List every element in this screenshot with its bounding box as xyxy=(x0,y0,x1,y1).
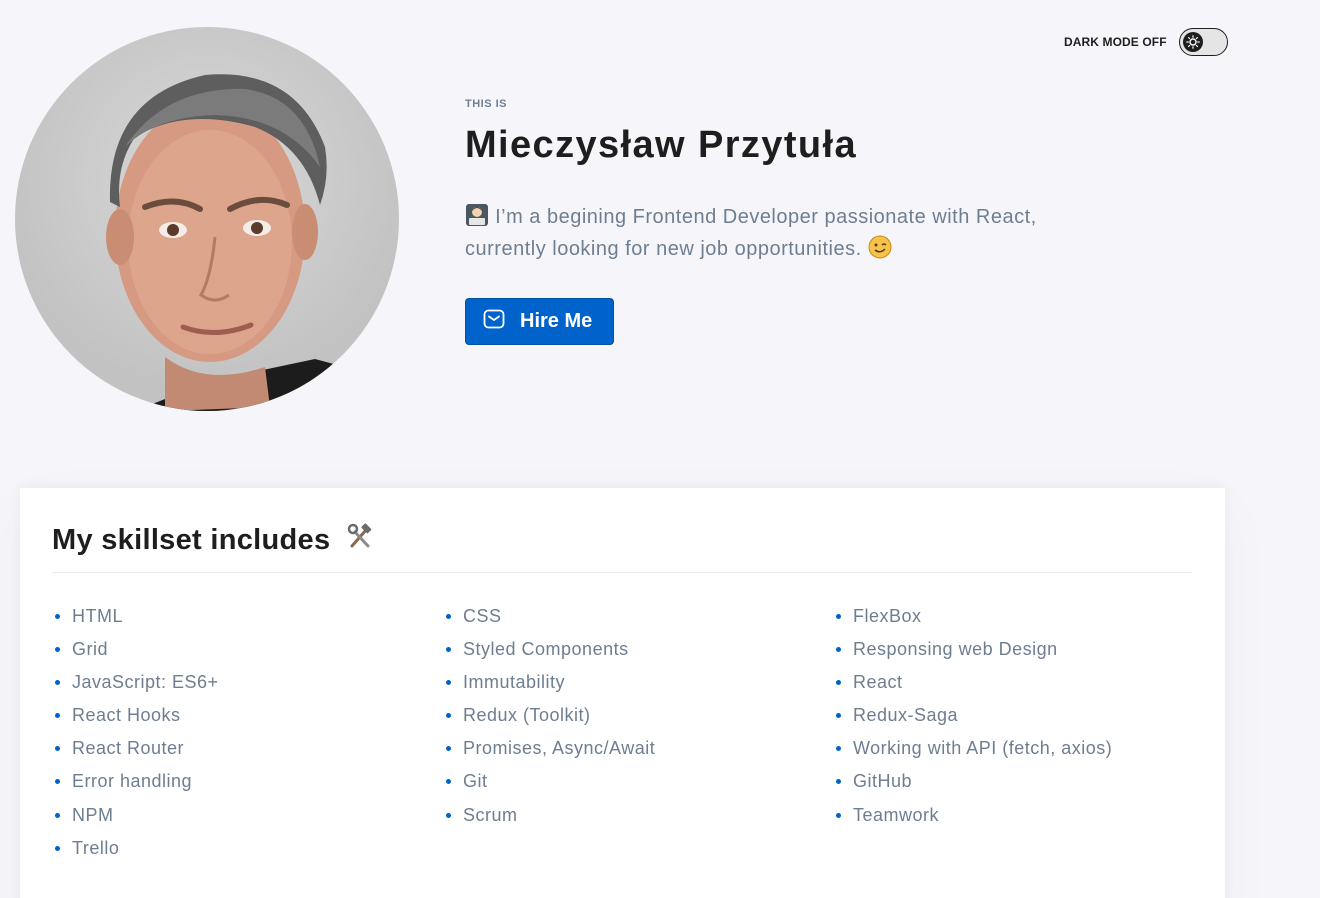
hire-me-button[interactable]: Hire Me xyxy=(465,298,614,345)
skill-item: JavaScript: ES6+ xyxy=(52,672,443,705)
profile-photo xyxy=(15,27,399,411)
skill-item: Scrum xyxy=(443,805,833,838)
skill-item: React xyxy=(833,672,1223,705)
bio-line-1: I’m a begining Frontend Developer passio… xyxy=(495,206,1037,228)
hammer-and-wrench-icon xyxy=(346,522,374,558)
bio-text: I’m a begining Frontend Developer passio… xyxy=(465,203,1125,267)
skill-item: CSS xyxy=(443,606,833,639)
intro-section: THIS IS Mieczysław Przytuła I’m a begini… xyxy=(465,98,1165,345)
skill-item: Trello xyxy=(52,838,443,871)
hire-me-label: Hire Me xyxy=(520,310,593,332)
dark-mode-toggle[interactable]: DARK MODE OFF xyxy=(1064,28,1228,56)
skill-item: HTML xyxy=(52,606,443,639)
skills-heading: My skillset includes xyxy=(52,522,374,558)
skill-item: React Router xyxy=(52,738,443,771)
bio-line-2: currently looking for new job opportunit… xyxy=(465,238,862,260)
skill-item: Styled Components xyxy=(443,639,833,672)
skills-list: HTML CSS FlexBox Grid Styled Components Respo… xyxy=(52,606,1224,871)
page-title: Mieczysław Przytuła xyxy=(465,124,857,166)
skill-item: Grid xyxy=(52,639,443,672)
portfolio-page: DARK MODE OFF THIS IS Mieczysław Przytuł… xyxy=(0,0,1320,898)
dark-mode-label: DARK MODE OFF xyxy=(1064,35,1167,49)
skill-item: Working with API (fetch, axios) xyxy=(833,738,1223,771)
skills-card: My skillset includes HTML CSS FlexBox Grid S… xyxy=(20,488,1225,898)
technologist-emoji-icon xyxy=(465,203,489,235)
mail-icon xyxy=(482,307,506,337)
skill-item: Immutability xyxy=(443,672,833,705)
skill-item: Promises, Async/Await xyxy=(443,738,833,771)
skill-item: GitHub xyxy=(833,771,1223,804)
skill-item: Responsing web Design xyxy=(833,639,1223,672)
winking-face-emoji-icon xyxy=(868,235,892,267)
skill-item: NPM xyxy=(52,805,443,838)
skill-item: Redux (Toolkit) xyxy=(443,705,833,738)
skill-item: FlexBox xyxy=(833,606,1223,639)
intro-eyebrow: THIS IS xyxy=(465,98,508,110)
skills-divider xyxy=(52,572,1192,573)
skills-title: My skillset includes xyxy=(52,523,331,556)
sun-icon xyxy=(1182,32,1203,52)
skill-item: Redux-Saga xyxy=(833,705,1223,738)
dark-mode-switch-track[interactable] xyxy=(1178,28,1228,56)
skill-item: Git xyxy=(443,771,833,804)
skill-item: React Hooks xyxy=(52,705,443,738)
skill-item: Teamwork xyxy=(833,805,1223,838)
skill-item: Error handling xyxy=(52,771,443,804)
